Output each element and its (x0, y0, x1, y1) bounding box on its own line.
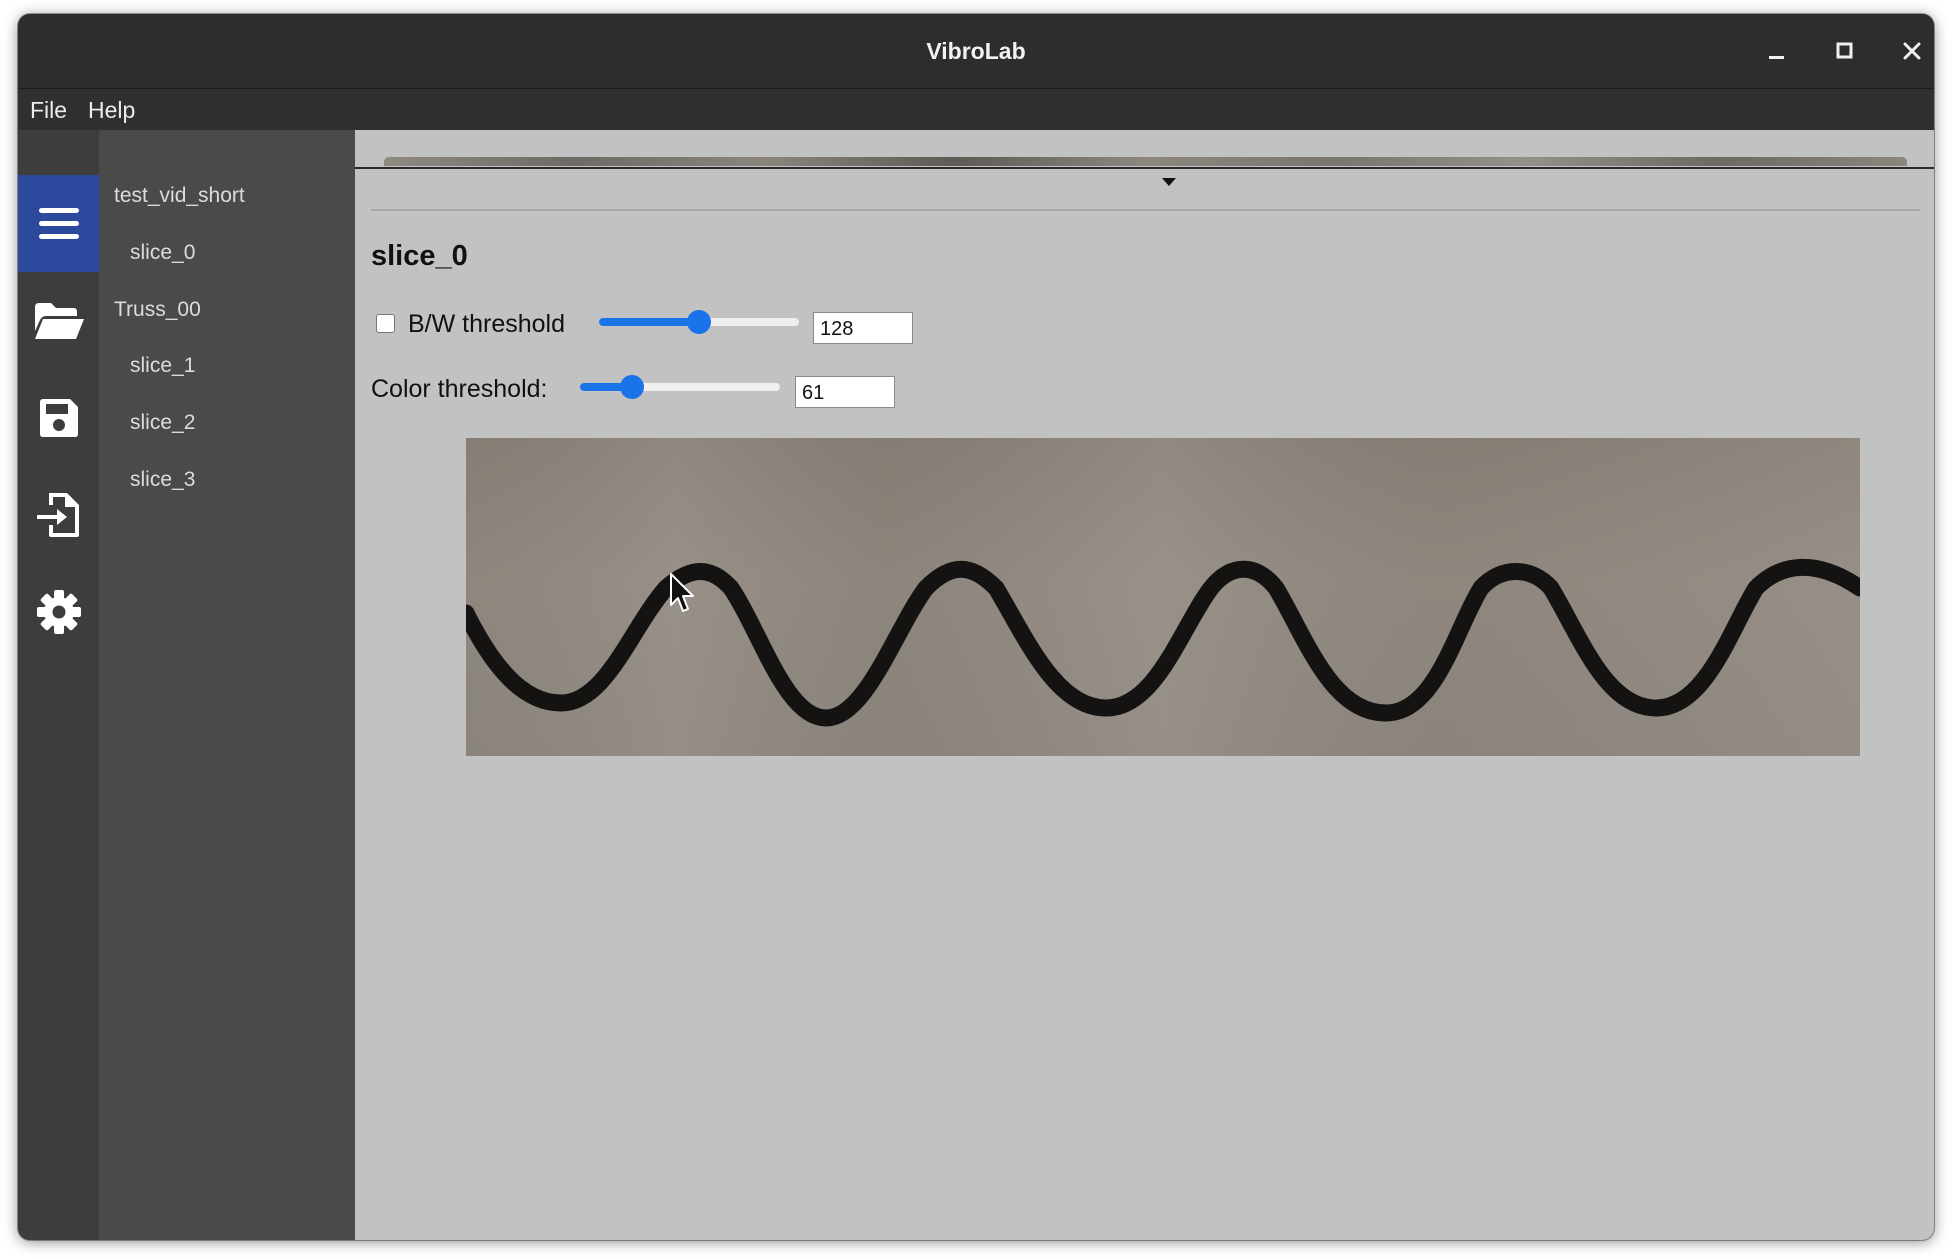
save-icon (39, 398, 78, 437)
filmstrip-border (355, 167, 1934, 169)
project-tree: test_vid_short slice_0 Truss_00 slice_1 … (99, 130, 355, 1240)
menu-help[interactable]: Help (88, 89, 135, 130)
icon-sidebar (18, 130, 99, 1240)
open-folder-button[interactable] (18, 272, 99, 369)
main-panel: slice_0 B/W threshold 128 Color threshol… (355, 130, 1934, 1240)
maximize-button[interactable] (1827, 34, 1861, 68)
video-filmstrip-area (355, 130, 1934, 169)
color-slider-thumb[interactable] (620, 375, 644, 399)
window-title: VibroLab (926, 38, 1026, 64)
save-button[interactable] (18, 369, 99, 466)
color-threshold-slider[interactable] (580, 375, 780, 399)
import-button[interactable] (18, 466, 99, 563)
video-filmstrip[interactable] (384, 157, 1907, 166)
import-icon (36, 492, 79, 537)
close-icon (1903, 42, 1921, 60)
color-threshold-input[interactable]: 61 (795, 376, 895, 408)
collapse-toggle-icon[interactable] (1162, 178, 1176, 186)
menu-button[interactable] (18, 175, 99, 272)
minimize-icon (1769, 56, 1784, 59)
menu-file[interactable]: File (30, 89, 67, 130)
tree-item-slice-2[interactable]: slice_2 (130, 411, 195, 435)
color-threshold-label: Color threshold: (371, 375, 548, 403)
bw-threshold-checkbox[interactable] (376, 314, 395, 333)
close-button[interactable] (1895, 34, 1929, 68)
tree-item-test-vid-short[interactable]: test_vid_short (114, 184, 245, 208)
mouse-cursor-icon (670, 573, 694, 612)
title-bar: VibroLab (18, 14, 1934, 89)
minimize-button[interactable] (1759, 34, 1793, 68)
menu-bar: File Help (18, 89, 1934, 130)
menu-icon (38, 207, 79, 239)
app-window: VibroLab File Help test_vid_short slice_… (18, 14, 1934, 1240)
bw-threshold-input[interactable]: 128 (813, 312, 913, 344)
settings-icon (36, 589, 81, 634)
bw-slider-fill (599, 318, 699, 326)
open-folder-icon (34, 302, 84, 339)
tree-item-slice-1[interactable]: slice_1 (130, 354, 195, 378)
bw-threshold-slider[interactable] (599, 310, 799, 334)
maximize-icon (1836, 42, 1853, 59)
slice-title: slice_0 (371, 240, 468, 272)
tree-item-slice-0[interactable]: slice_0 (130, 241, 195, 265)
settings-button[interactable] (18, 563, 99, 660)
bw-slider-thumb[interactable] (687, 310, 711, 334)
tree-item-truss-00[interactable]: Truss_00 (114, 298, 201, 322)
tree-item-slice-3[interactable]: slice_3 (130, 468, 195, 492)
bw-threshold-label: B/W threshold (408, 310, 566, 338)
panel-divider (371, 209, 1920, 211)
